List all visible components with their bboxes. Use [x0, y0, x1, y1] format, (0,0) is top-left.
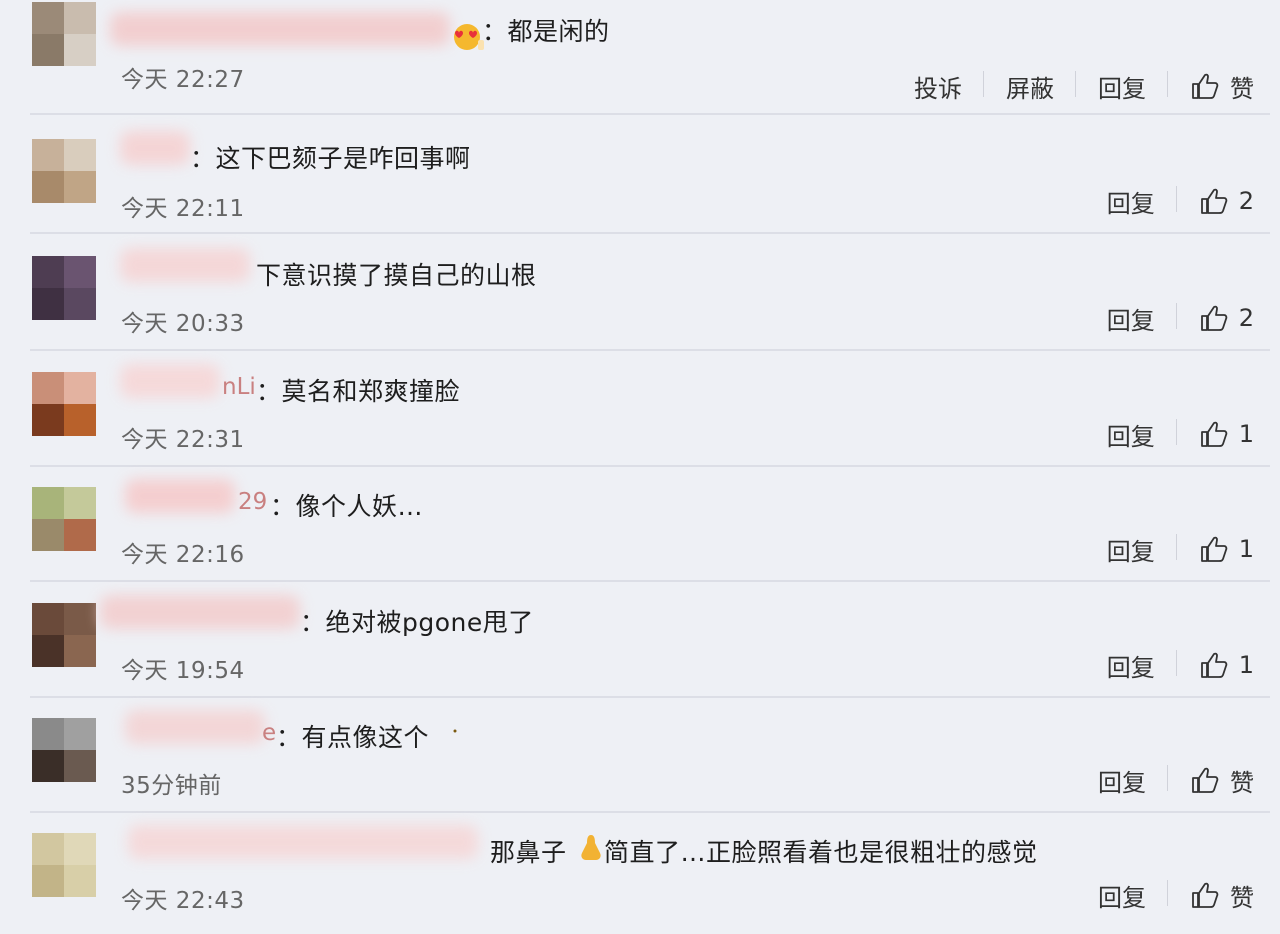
username-blurred[interactable] — [125, 710, 265, 744]
comment-time: 今天 22:31 — [121, 427, 245, 453]
like-label: 赞 — [1230, 883, 1254, 912]
like-button[interactable]: 赞 — [1168, 69, 1254, 104]
comment-row: 29 ：像个人妖… 今天 22:16 回复 1 — [0, 467, 1280, 582]
comment-time: 35分钟前 — [121, 773, 222, 799]
username-blurred[interactable] — [120, 131, 190, 165]
like-count: 1 — [1238, 420, 1254, 448]
reply-button[interactable]: 回复 — [1085, 532, 1177, 567]
comment-actions: 回复 2 — [1085, 294, 1254, 342]
avatar[interactable] — [32, 139, 96, 203]
reply-button[interactable]: 回复 — [1085, 648, 1177, 683]
heart-eyes-emoji-icon — [452, 22, 486, 56]
comment-time: 今天 19:54 — [121, 658, 245, 684]
reply-button[interactable]: 回复 — [1085, 417, 1177, 452]
avatar[interactable] — [32, 487, 96, 551]
username-blurred[interactable] — [120, 364, 220, 398]
reply-button[interactable]: 回复 — [1076, 878, 1168, 913]
comment-row: ：绝对被pgone甩了 今天 19:54 回复 1 — [0, 583, 1280, 698]
comment-text: ：莫名和郑爽撞脸 — [256, 377, 461, 406]
like-count: 1 — [1238, 651, 1254, 679]
report-button[interactable]: 投诉 — [892, 69, 984, 104]
comment-row: e ：有点像这个 35分钟前 回复 赞 — [0, 698, 1280, 813]
avatar[interactable] — [32, 2, 96, 66]
comment-text: ：都是闲的 — [482, 17, 610, 46]
comment-row: 下意识摸了摸自己的山根 今天 20:33 回复 2 — [0, 236, 1280, 351]
like-label: 赞 — [1230, 768, 1254, 797]
divider — [30, 113, 1270, 115]
comment-row: 那鼻子 简直了…正脸照看着也是很粗壮的感觉 今天 22:43 回复 赞 — [0, 813, 1280, 928]
like-button[interactable]: 1 — [1177, 419, 1254, 449]
thumbs-up-icon — [1200, 421, 1228, 447]
comment-row: ：都是闲的 今天 22:27 投诉 屏蔽 回复 赞 — [0, 0, 1280, 115]
comment-time: 今天 22:16 — [121, 542, 245, 568]
like-count: 2 — [1238, 304, 1254, 332]
comment-time: 今天 22:11 — [121, 196, 245, 222]
thumbs-up-icon — [1192, 767, 1219, 793]
comment-list: ：都是闲的 今天 22:27 投诉 屏蔽 回复 赞 ：这下巴颏子是咋回事啊 今天… — [0, 0, 1280, 934]
block-button[interactable]: 屏蔽 — [984, 69, 1076, 104]
avatar[interactable] — [32, 256, 96, 320]
thumbs-up-icon — [1200, 188, 1228, 214]
comment-text: ：这下巴颏子是咋回事啊 — [190, 144, 471, 173]
comment-actions: 投诉 屏蔽 回复 赞 — [892, 62, 1254, 110]
like-button[interactable]: 1 — [1177, 534, 1254, 564]
avatar[interactable] — [32, 718, 96, 782]
comment-text: ：有点像这个 — [276, 723, 430, 752]
thumbs-up-icon — [1192, 73, 1219, 99]
divider — [30, 349, 1270, 351]
crescent-moon-emoji-icon — [442, 718, 466, 752]
like-button[interactable]: 2 — [1177, 186, 1254, 216]
comment-actions: 回复 1 — [1085, 525, 1254, 573]
avatar[interactable] — [32, 833, 96, 897]
avatar[interactable] — [32, 603, 96, 667]
comment-actions: 回复 2 — [1085, 177, 1254, 225]
username-fragment[interactable]: 29 — [238, 489, 267, 515]
comment-text-continued: 简直了…正脸照看着也是很粗壮的感觉 — [604, 838, 1038, 867]
comment-actions: 回复 1 — [1085, 410, 1254, 458]
username-fragment[interactable]: e — [262, 720, 276, 746]
reply-button[interactable]: 回复 — [1085, 301, 1177, 336]
comment-row: ：这下巴颏子是咋回事啊 今天 22:11 回复 2 — [0, 119, 1280, 234]
reply-button[interactable]: 回复 — [1085, 184, 1177, 219]
comment-row: nLi ：莫名和郑爽撞脸 今天 22:31 回复 1 — [0, 352, 1280, 467]
comment-time: 今天 20:33 — [121, 311, 245, 337]
username-blurred[interactable] — [125, 479, 235, 513]
comment-time: 今天 22:43 — [121, 888, 245, 914]
avatar[interactable] — [32, 372, 96, 436]
username-blurred[interactable] — [110, 12, 450, 46]
divider — [30, 580, 1270, 582]
username-blurred[interactable] — [120, 248, 250, 282]
username-blurred[interactable] — [100, 595, 300, 629]
like-button[interactable]: 赞 — [1168, 878, 1254, 913]
username-fragment[interactable]: nLi — [222, 374, 256, 400]
username-blurred[interactable] — [128, 825, 478, 859]
like-count: 1 — [1238, 535, 1254, 563]
comment-actions: 回复 赞 — [1076, 871, 1254, 919]
like-count: 2 — [1238, 187, 1254, 215]
comment-text: 那鼻子 — [490, 838, 567, 867]
comment-actions: 回复 赞 — [1076, 756, 1254, 804]
thumbs-up-icon — [1200, 536, 1228, 562]
like-label: 赞 — [1230, 74, 1254, 103]
comment-text: ：像个人妖… — [270, 492, 424, 521]
comment-time: 今天 22:27 — [121, 67, 245, 93]
thumbs-up-icon — [1200, 305, 1228, 331]
divider — [30, 232, 1270, 234]
comment-text: ：绝对被pgone甩了 — [300, 608, 534, 637]
like-button[interactable]: 赞 — [1168, 763, 1254, 798]
thumbs-up-icon — [1200, 652, 1228, 678]
comment-actions: 回复 1 — [1085, 641, 1254, 689]
comment-text: 下意识摸了摸自己的山根 — [256, 261, 537, 290]
like-button[interactable]: 1 — [1177, 650, 1254, 680]
thumbs-up-icon — [1192, 882, 1219, 908]
reply-button[interactable]: 回复 — [1076, 69, 1168, 104]
nose-emoji-icon — [578, 833, 604, 867]
reply-button[interactable]: 回复 — [1076, 763, 1168, 798]
like-button[interactable]: 2 — [1177, 303, 1254, 333]
